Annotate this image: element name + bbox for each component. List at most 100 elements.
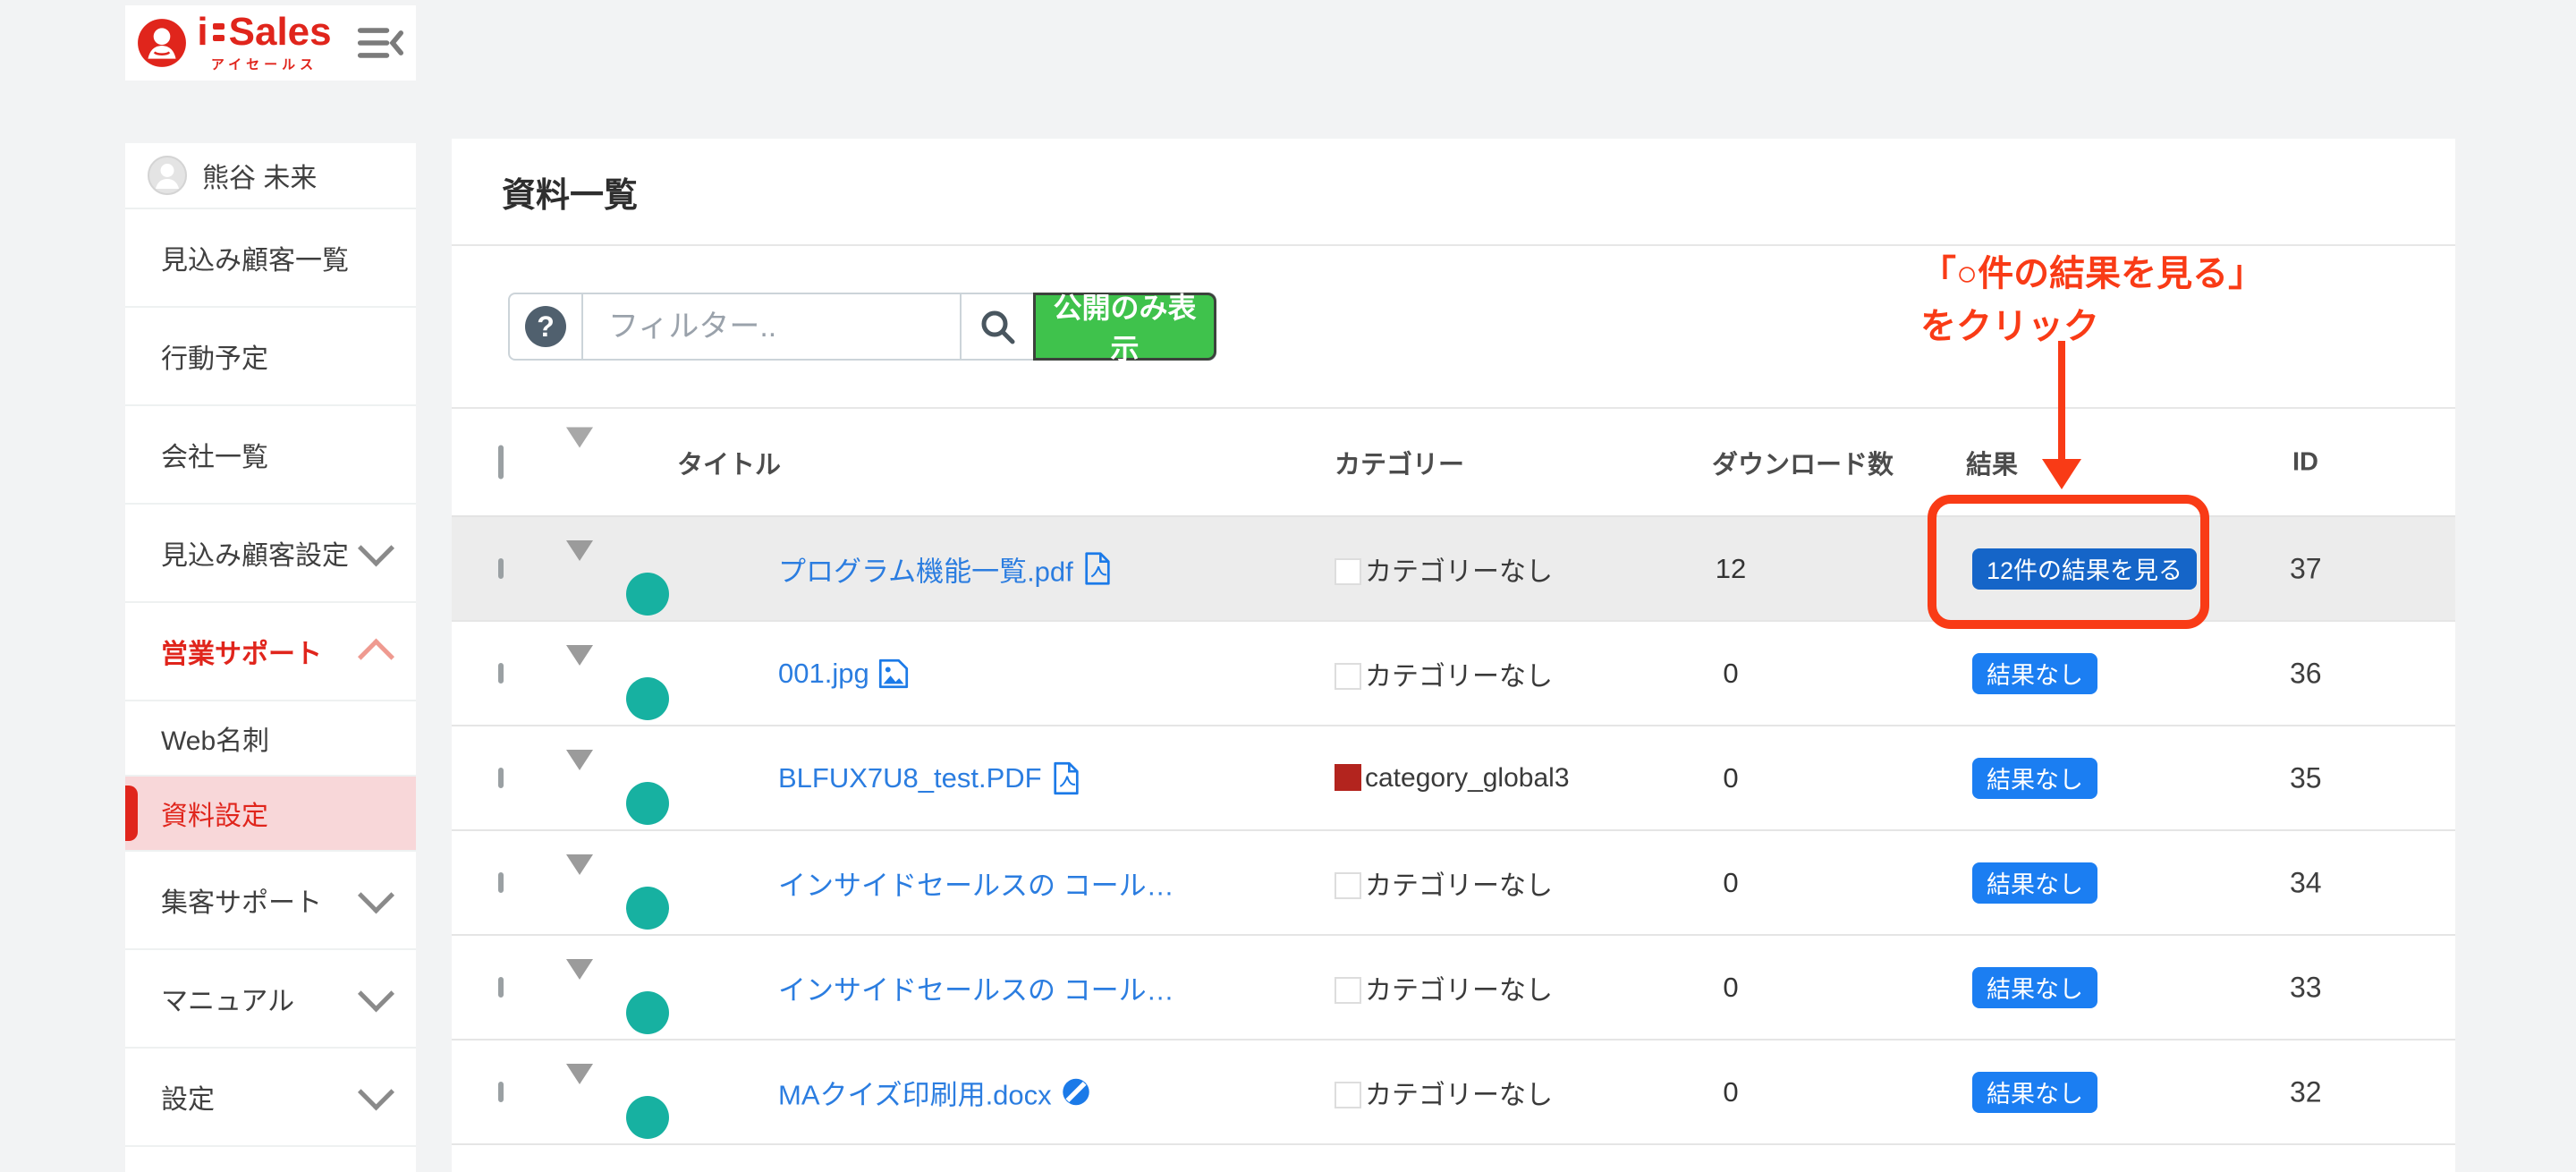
no-results-button[interactable]: 結果なし	[1972, 1072, 2097, 1113]
blocked-icon	[1061, 1077, 1091, 1108]
chevron-down-icon	[358, 530, 394, 566]
row-dropdown-icon[interactable]	[566, 540, 593, 576]
sidebar-item-company-list[interactable]: 会社一覧	[125, 406, 416, 505]
no-results-button[interactable]: 結果なし	[1972, 967, 2097, 1008]
sidebar-item-document-settings[interactable]: 資料設定	[125, 777, 416, 852]
app-header: i Sales アイセールス	[125, 5, 416, 81]
category-color-swatch	[1335, 977, 1361, 1004]
sidebar-item-manual[interactable]: マニュアル	[125, 950, 416, 1049]
table-header-row: タイトル カテゴリー ダウンロード数 結果 ID	[452, 409, 2455, 517]
category-color-swatch	[1335, 558, 1361, 585]
sidebar-item-marketing-support[interactable]: 集客サポート	[125, 852, 416, 950]
category-color-swatch	[1335, 872, 1361, 899]
no-results-button[interactable]: 結果なし	[1972, 758, 2097, 799]
header-downloads: ダウンロード数	[1712, 444, 1894, 481]
tutorial-arrow	[2058, 341, 2065, 461]
main-panel: 資料一覧 ? 公開のみ表示 「○件の結果を見る」 をクリック タイトル カテゴ	[452, 139, 2455, 1172]
document-link[interactable]: プログラム機能一覧.pdf	[778, 548, 1113, 589]
row-dropdown-icon[interactable]	[566, 645, 593, 681]
row-dropdown-icon[interactable]	[566, 750, 593, 786]
category-label: カテゴリーなし	[1365, 1081, 1553, 1110]
pdf-file-icon	[1051, 761, 1081, 795]
sidebar-item-settings[interactable]: 設定	[125, 1049, 416, 1147]
category-label: カテゴリーなし	[1365, 662, 1553, 692]
chevron-up-icon	[358, 638, 394, 675]
row-dropdown-icon[interactable]	[566, 959, 593, 995]
sidebar-user[interactable]: 熊谷 未来	[125, 143, 416, 209]
row-checkbox[interactable]	[498, 768, 504, 788]
menu-collapse-icon	[357, 24, 403, 62]
image-file-icon	[878, 658, 909, 689]
search-icon	[979, 308, 1016, 345]
page-header: 資料一覧	[452, 139, 2455, 246]
row-checkbox[interactable]	[498, 872, 504, 893]
sidebar-item-sales-support[interactable]: 営業サポート	[125, 603, 416, 701]
filter-group: ? 公開のみ表示	[508, 293, 1216, 361]
header-category: カテゴリー	[1335, 444, 1464, 481]
no-results-button[interactable]: 結果なし	[1972, 862, 2097, 904]
row-checkbox[interactable]	[498, 977, 504, 998]
row-id: 34	[2290, 866, 2322, 899]
category-color-swatch	[1335, 1082, 1361, 1108]
download-count: 12	[1704, 553, 1758, 585]
chevron-down-icon	[358, 975, 394, 1012]
brand-subtitle: アイセールス	[211, 55, 318, 73]
table-row: インサイドセールスの コール… カテゴリーなし 0 結果なし 33	[452, 936, 2455, 1040]
row-id: 37	[2290, 552, 2322, 585]
row-dropdown-icon[interactable]	[566, 854, 593, 890]
document-link[interactable]: インサイドセールスの コール…	[778, 967, 1174, 1007]
category-label: カテゴリーなし	[1365, 871, 1553, 901]
filter-input[interactable]	[583, 294, 960, 359]
sidebar-collapse-button[interactable]	[355, 23, 405, 63]
table-row: BLFUX7U8_test.PDF category_global3 0 結果な…	[452, 726, 2455, 831]
brand-name: i Sales	[197, 13, 331, 52]
document-link[interactable]: インサイドセールスの コール…	[778, 862, 1174, 903]
document-link[interactable]: BLFUX7U8_test.PDF	[778, 761, 1081, 795]
brand-equals-mark	[213, 23, 225, 41]
bulk-action-dropdown-icon[interactable]	[566, 427, 593, 476]
row-dropdown-icon[interactable]	[566, 1064, 593, 1100]
sidebar-item-prospect-list[interactable]: 見込み顧客一覧	[125, 209, 416, 308]
table-row: インサイドセールスの コール… カテゴリーなし 0 結果なし 34	[452, 831, 2455, 936]
row-checkbox[interactable]	[498, 558, 504, 579]
public-only-button[interactable]: 公開のみ表示	[1033, 293, 1216, 361]
brand-logo: i Sales アイセールス	[136, 13, 331, 73]
user-name: 熊谷 未来	[202, 156, 317, 195]
sidebar: 熊谷 未来 見込み顧客一覧 行動予定 会社一覧 見込み顧客設定 営業サポート W…	[125, 143, 416, 1172]
header-title: タイトル	[677, 444, 781, 481]
row-id: 35	[2290, 761, 2322, 794]
table-row: 001.jpg カテゴリーなし 0 結果なし 36	[452, 622, 2455, 726]
chevron-down-icon	[358, 1074, 394, 1110]
active-item-indicator	[125, 786, 138, 841]
sidebar-item-web-business-card[interactable]: Web名刺	[125, 701, 416, 777]
row-id: 32	[2290, 1075, 2322, 1108]
document-link[interactable]: 001.jpg	[778, 658, 909, 690]
select-all-checkbox[interactable]	[498, 445, 504, 479]
no-results-button[interactable]: 結果なし	[1972, 653, 2097, 694]
brand-text: i Sales アイセールス	[197, 13, 331, 73]
row-id: 36	[2290, 657, 2322, 690]
document-link[interactable]: MAクイズ印刷用.docx	[778, 1072, 1091, 1112]
filter-help-button[interactable]: ?	[510, 294, 583, 359]
sidebar-item-action-schedule[interactable]: 行動予定	[125, 308, 416, 406]
category-label: カテゴリーなし	[1365, 976, 1553, 1006]
table-row: プログラム機能一覧.pdf カテゴリーなし 12 12件の結果を見る 37	[452, 517, 2455, 622]
user-avatar-icon	[147, 155, 188, 196]
table-row: MAクイズ印刷用.docx カテゴリーなし 0 結果なし 32	[452, 1040, 2455, 1145]
header-id: ID	[2292, 447, 2318, 477]
download-count: 0	[1704, 658, 1758, 690]
row-checkbox[interactable]	[498, 1082, 504, 1102]
row-id: 33	[2290, 971, 2322, 1004]
pdf-file-icon	[1082, 552, 1113, 586]
sidebar-item-prospect-settings[interactable]: 見込み顧客設定	[125, 505, 416, 603]
row-checkbox[interactable]	[498, 663, 504, 684]
category-label: カテゴリーなし	[1365, 557, 1553, 587]
download-count: 0	[1704, 1076, 1758, 1108]
chevron-down-icon	[358, 877, 394, 913]
search-button[interactable]	[960, 294, 1033, 359]
category-label: category_global3	[1365, 763, 1570, 793]
view-results-button[interactable]: 12件の結果を見る	[1972, 548, 2197, 590]
header-result: 結果	[1966, 444, 2018, 481]
download-count: 0	[1704, 972, 1758, 1004]
category-color-swatch	[1335, 764, 1361, 791]
